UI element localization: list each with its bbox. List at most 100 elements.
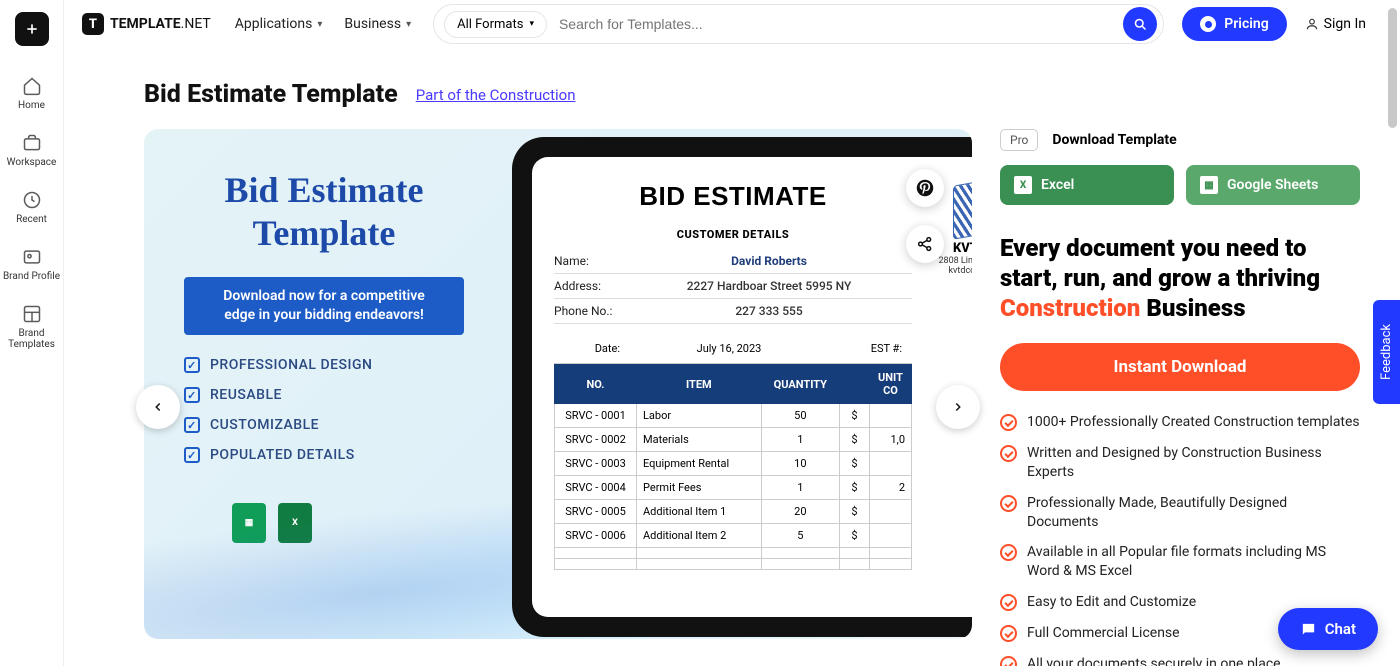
search-button[interactable] — [1123, 7, 1157, 41]
briefcase-icon — [22, 133, 42, 153]
preview-title: Bid Estimate Template — [184, 169, 464, 255]
preview-info: Bid Estimate Template Download now for a… — [184, 169, 464, 543]
table-row: SRVC - 0001Labor50$ — [555, 404, 912, 428]
download-sheets-button[interactable]: ▦ Google Sheets — [1186, 165, 1360, 205]
feature-item: ✓PROFESSIONAL DESIGN — [184, 357, 464, 373]
format-icons: ▦ X — [184, 503, 464, 543]
nav-applications[interactable]: Applications ▾ — [235, 16, 323, 32]
pricing-label: Pricing — [1224, 16, 1268, 32]
logo-mark-icon: T — [82, 13, 104, 35]
check-circle-icon — [1000, 445, 1017, 462]
nav-label: Business — [344, 16, 401, 32]
check-circle-icon — [1000, 495, 1017, 512]
sidebar-item-brand-profile[interactable]: Brand Profile — [0, 237, 63, 294]
sidebar-item-label: Home — [18, 100, 45, 111]
share-icon — [916, 235, 934, 253]
top-header: T TEMPLATE.NET Applications ▾ Business ▾ A… — [64, 0, 1384, 48]
benefit-item: Professionally Made, Beautifully Designe… — [1000, 494, 1360, 532]
feature-item: ✓REUSABLE — [184, 387, 464, 403]
chevron-down-icon: ▾ — [317, 19, 322, 30]
chat-icon — [1300, 621, 1317, 638]
benefit-item: Written and Designed by Construction Bus… — [1000, 444, 1360, 482]
tablet-mockup: BID ESTIMATE CUSTOMER DETAILS Name:David… — [512, 137, 972, 637]
pricing-icon — [1200, 16, 1216, 32]
feature-list: ✓PROFESSIONAL DESIGN ✓REUSABLE ✓CUSTOMIZ… — [184, 357, 464, 463]
brand-tld: .NET — [181, 16, 211, 32]
estimate-table: NO. ITEM QUANTITY UNIT CO SRVC - 0001Lab… — [554, 364, 912, 570]
preview-column: Bid Estimate Template Download now for a… — [144, 129, 972, 666]
search-input[interactable] — [547, 8, 1123, 40]
search-bar: All Formats▾ — [433, 4, 1164, 44]
layout-icon — [22, 304, 42, 324]
sign-in-link[interactable]: Sign In — [1305, 16, 1366, 32]
history-icon — [22, 190, 42, 210]
brand-logo[interactable]: T TEMPLATE.NET — [82, 13, 211, 35]
sign-in-label: Sign In — [1324, 16, 1366, 32]
collection-link[interactable]: Part of the Construction — [416, 86, 576, 104]
brand-name: TEMPLATE — [110, 16, 181, 32]
check-circle-icon — [1000, 656, 1017, 666]
download-panel: Pro Download Template X Excel ▦ Google S… — [1000, 129, 1360, 666]
chevron-left-icon — [151, 400, 165, 414]
create-button[interactable] — [15, 12, 49, 46]
table-row: SRVC - 0002Materials1$1,0 — [555, 428, 912, 452]
sidebar-item-label: Brand Profile — [3, 271, 60, 282]
nav-label: Applications — [235, 16, 313, 32]
table-row — [555, 548, 912, 559]
benefit-item: Available in all Popular file formats in… — [1000, 543, 1360, 581]
download-excel-button[interactable]: X Excel — [1000, 165, 1174, 205]
home-icon — [22, 76, 42, 96]
sidebar-item-home[interactable]: Home — [0, 66, 63, 123]
scrollbar[interactable] — [1388, 8, 1397, 128]
company-logo-icon — [953, 176, 972, 240]
pinterest-button[interactable] — [906, 169, 944, 207]
sidebar-item-workspace[interactable]: Workspace — [0, 123, 63, 180]
feedback-tab[interactable]: Feedback — [1373, 300, 1400, 404]
benefit-item: All your documents securely in one place — [1000, 655, 1360, 666]
excel-file-icon: X — [1014, 176, 1032, 194]
main-content: Bid Estimate Template Part of the Constr… — [64, 48, 1400, 666]
check-icon: ✓ — [184, 357, 200, 373]
sidebar-item-recent[interactable]: Recent — [0, 180, 63, 237]
nav-business[interactable]: Business ▾ — [344, 16, 411, 32]
carousel-next-button[interactable] — [936, 385, 980, 429]
check-circle-icon — [1000, 594, 1017, 611]
check-circle-icon — [1000, 414, 1017, 431]
table-row: SRVC - 0004Permit Fees1$2 — [555, 476, 912, 500]
check-icon: ✓ — [184, 387, 200, 403]
search-icon — [1133, 17, 1148, 32]
pitch-heading: Every document you need to start, run, a… — [1000, 233, 1360, 323]
title-row: Bid Estimate Template Part of the Constr… — [144, 80, 1360, 109]
doc-section-header: CUSTOMER DETAILS — [554, 228, 912, 241]
table-row: SRVC - 0006Additional Item 25$ — [555, 524, 912, 548]
pricing-button[interactable]: Pricing — [1182, 7, 1286, 41]
chevron-right-icon — [951, 400, 965, 414]
sidebar-item-brand-templates[interactable]: Brand Templates — [0, 294, 63, 362]
preview-card: Bid Estimate Template Download now for a… — [144, 129, 972, 639]
formats-label: All Formats — [457, 17, 523, 32]
pinterest-icon — [916, 179, 934, 197]
google-sheets-icon: ▦ — [232, 503, 266, 543]
excel-icon: X — [278, 503, 312, 543]
carousel-prev-button[interactable] — [136, 385, 180, 429]
chat-button[interactable]: Chat — [1278, 608, 1378, 650]
download-heading: Download Template — [1052, 132, 1176, 148]
check-circle-icon — [1000, 625, 1017, 642]
check-icon: ✓ — [184, 417, 200, 433]
formats-filter[interactable]: All Formats▾ — [444, 11, 547, 38]
content-row: Bid Estimate Template Download now for a… — [144, 129, 1360, 666]
table-row — [555, 559, 912, 570]
id-card-icon — [22, 247, 42, 267]
instant-download-button[interactable]: Instant Download — [1000, 343, 1360, 391]
benefit-item: 1000+ Professionally Created Constructio… — [1000, 413, 1360, 432]
check-icon: ✓ — [184, 447, 200, 463]
share-button[interactable] — [906, 225, 944, 263]
feature-item: ✓POPULATED DETAILS — [184, 447, 464, 463]
page-title: Bid Estimate Template — [144, 80, 398, 109]
table-row: SRVC - 0005Additional Item 120$ — [555, 500, 912, 524]
table-row: SRVC - 0003Equipment Rental10$ — [555, 452, 912, 476]
doc-title: BID ESTIMATE — [554, 181, 912, 212]
sheets-file-icon: ▦ — [1200, 176, 1218, 194]
user-icon — [1305, 17, 1319, 31]
chevron-down-icon: ▾ — [406, 19, 411, 30]
